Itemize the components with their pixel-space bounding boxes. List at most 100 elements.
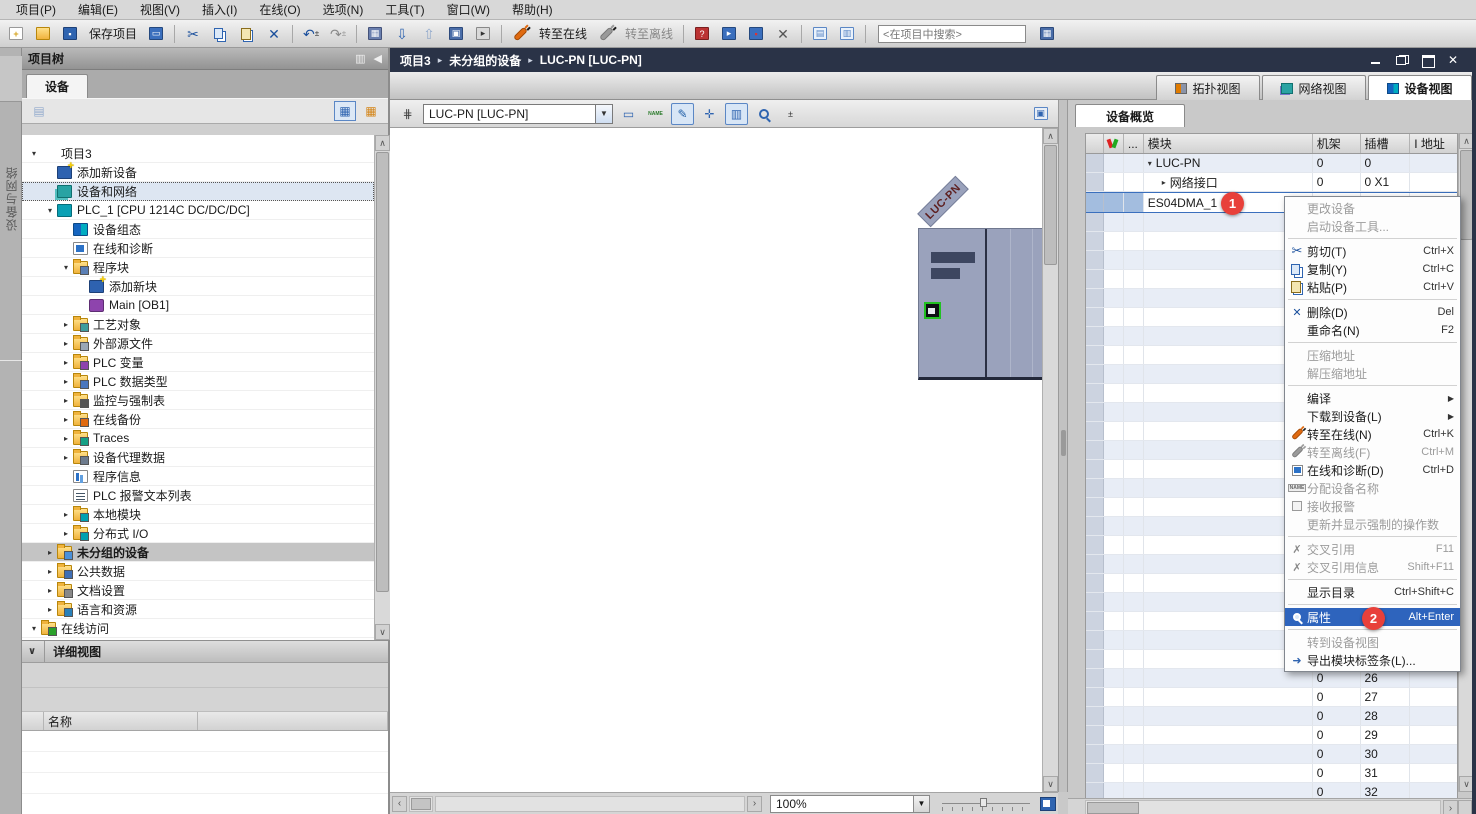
row-gutter[interactable] <box>1086 498 1104 516</box>
tree-item[interactable]: 设备组态 <box>22 220 374 239</box>
row-gutter[interactable] <box>1086 745 1104 763</box>
go-offline-icon[interactable] <box>594 23 618 45</box>
row-gutter[interactable] <box>1086 726 1104 744</box>
add-device-icon[interactable]: ▤ <box>28 101 50 121</box>
address-cell[interactable] <box>1410 173 1457 191</box>
chevron-down-icon[interactable]: ▼ <box>595 105 612 123</box>
tree-expander-icon[interactable]: ▸ <box>60 320 72 329</box>
row-gutter[interactable] <box>1086 536 1104 554</box>
menubar-item[interactable]: 选项(N) <box>313 0 374 20</box>
tree-item[interactable]: ▸PLC 数据类型 <box>22 372 374 391</box>
tree-expander-icon[interactable]: ▸ <box>60 529 72 538</box>
rack-cell[interactable]: 0 <box>1313 745 1361 763</box>
collapse-detail-view-icon[interactable]: ∨ <box>28 641 45 662</box>
more-columns-header[interactable]: ... <box>1124 134 1144 153</box>
rack-cell[interactable]: 0 <box>1313 707 1361 725</box>
scroll-right-icon[interactable]: › <box>747 796 762 812</box>
pane-splitter[interactable] <box>1058 100 1068 792</box>
row-gutter[interactable] <box>1086 612 1104 630</box>
menu-item[interactable]: ✂剪切(T)Ctrl+X <box>1285 242 1460 260</box>
menu-item[interactable]: 转至在线(N)Ctrl+K <box>1285 425 1460 443</box>
address-cell[interactable] <box>1410 764 1457 782</box>
tree-item[interactable]: ▾PLC_1 [CPU 1214C DC/DC/DC] <box>22 201 374 220</box>
module-status-icon[interactable] <box>1104 134 1124 153</box>
tree-item[interactable]: 在线和诊断 <box>22 239 374 258</box>
column-i-address[interactable]: I 地址 <box>1410 134 1457 153</box>
row-gutter[interactable] <box>1086 650 1104 668</box>
slot-cell[interactable]: 28 <box>1361 707 1411 725</box>
row-gutter[interactable] <box>1086 574 1104 592</box>
module-cell[interactable] <box>1144 707 1313 725</box>
start-cpu-icon[interactable]: ▸ <box>717 23 741 45</box>
address-cell[interactable] <box>1410 726 1457 744</box>
tab-network-view[interactable]: 网络视图 <box>1262 75 1366 100</box>
tree-item[interactable]: 添加新设备 <box>22 163 374 182</box>
assign-device-name-icon[interactable]: NAME <box>644 103 667 125</box>
show-pane-columns-icon[interactable]: ▥ <box>725 103 748 125</box>
tree-item[interactable]: PLC 报警文本列表 <box>22 486 374 505</box>
slot-cell[interactable]: 29 <box>1361 726 1411 744</box>
tree-item[interactable]: ▸在线备份 <box>22 410 374 429</box>
tree-item[interactable]: ▸未分组的设备 <box>22 543 374 562</box>
tree-item[interactable]: ▸分布式 I/O <box>22 524 374 543</box>
tree-expander-icon[interactable]: ▾ <box>44 206 56 215</box>
save-project-label[interactable]: 保存项目 <box>89 25 137 42</box>
undo-icon[interactable]: ↶± <box>299 23 323 45</box>
menubar-item[interactable]: 工具(T) <box>375 0 434 20</box>
tree-expander-icon[interactable]: ▸ <box>44 567 56 576</box>
row-gutter[interactable] <box>1086 193 1104 212</box>
tab-devices[interactable]: 设备 <box>26 74 88 98</box>
cancel-icon[interactable]: ✕ <box>771 23 795 45</box>
go-offline-label[interactable]: 转至离线 <box>625 25 673 42</box>
module-cell[interactable] <box>1144 688 1313 706</box>
row-gutter[interactable] <box>1086 327 1104 345</box>
row-gutter[interactable] <box>1086 232 1104 250</box>
tab-device-view[interactable]: 设备视图 <box>1368 75 1472 100</box>
rack-cell[interactable]: 0 <box>1313 173 1361 191</box>
stop-cpu-icon[interactable]: ▪ <box>744 23 768 45</box>
table-row[interactable]: ▸网络接口00 X1 <box>1086 173 1457 192</box>
show-all-columns-icon[interactable]: ▦ <box>334 101 356 121</box>
table-row[interactable]: 027 <box>1086 688 1457 707</box>
slot-cell[interactable]: 27 <box>1361 688 1411 706</box>
open-project-icon[interactable] <box>31 23 55 45</box>
menu-item[interactable]: 显示目录Ctrl+Shift+C <box>1285 583 1460 601</box>
menubar-item[interactable]: 帮助(H) <box>502 0 563 20</box>
close-button[interactable]: ✕ <box>1448 55 1458 65</box>
row-gutter[interactable] <box>1086 213 1104 231</box>
row-gutter[interactable] <box>1086 289 1104 307</box>
column-module[interactable]: 模块 <box>1144 134 1313 153</box>
tree-item[interactable]: ▸监控与强制表 <box>22 391 374 410</box>
row-gutter[interactable] <box>1086 441 1104 459</box>
rack-cell[interactable]: 0 <box>1313 154 1361 172</box>
menubar-item[interactable]: 窗口(W) <box>437 0 500 20</box>
row-gutter[interactable] <box>1086 365 1104 383</box>
copy-icon[interactable] <box>208 23 232 45</box>
scroll-down-icon[interactable]: ∨ <box>375 624 390 640</box>
search-input[interactable] <box>878 25 1026 43</box>
menubar-item[interactable]: 插入(I) <box>192 0 247 20</box>
menubar-item[interactable]: 视图(V) <box>130 0 190 20</box>
module-cell[interactable]: ▾LUC-PN <box>1144 154 1313 172</box>
show-addresses-icon[interactable]: ✎ <box>671 103 694 125</box>
address-cell[interactable] <box>1410 154 1457 172</box>
row-gutter[interactable] <box>1086 308 1104 326</box>
breadcrumb-ungrouped-devices[interactable]: 未分组的设备 <box>449 52 521 69</box>
menu-item[interactable]: ✕删除(D)Del <box>1285 303 1460 321</box>
device-rack[interactable]: DP-NORM <box>918 228 1042 380</box>
table-row[interactable]: 028 <box>1086 707 1457 726</box>
row-gutter[interactable] <box>1086 173 1104 191</box>
zoom-icon[interactable] <box>752 103 775 125</box>
module-cell[interactable]: ▸网络接口 <box>1144 173 1313 191</box>
redo-icon[interactable]: ↷± <box>326 23 350 45</box>
tree-expander-icon[interactable]: ▸ <box>60 377 72 386</box>
scroll-left-icon[interactable]: ‹ <box>392 796 407 812</box>
accessible-devices-icon[interactable]: ▣ <box>444 23 468 45</box>
rack-cell[interactable]: 0 <box>1313 688 1361 706</box>
tree-expander-icon[interactable]: ▸ <box>60 415 72 424</box>
chevron-down-icon[interactable]: ▼ <box>913 796 929 812</box>
tree-item[interactable]: ▸公共数据 <box>22 562 374 581</box>
head-module[interactable] <box>919 229 987 377</box>
table-row[interactable]: ▾LUC-PN00 <box>1086 154 1457 173</box>
fit-to-window-icon[interactable] <box>1040 797 1056 811</box>
